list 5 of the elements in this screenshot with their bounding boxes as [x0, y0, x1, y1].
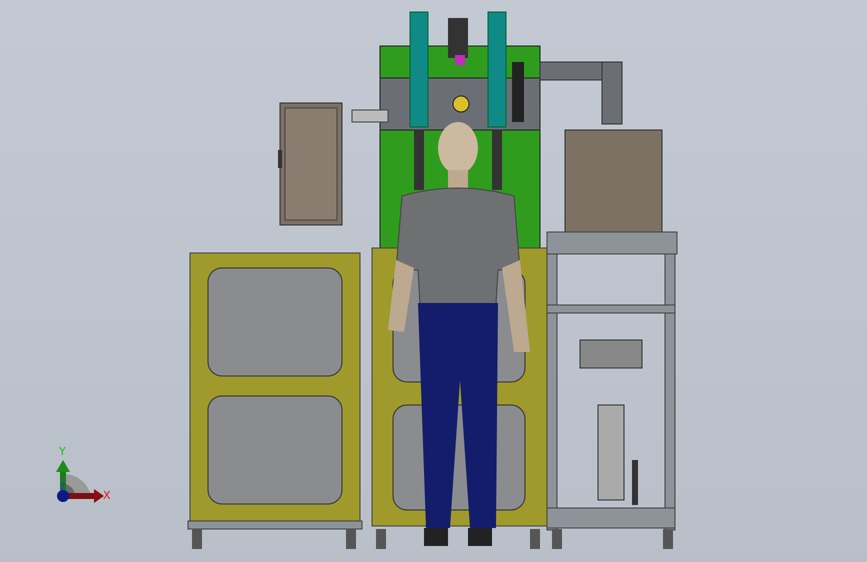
x-axis-label: X — [103, 489, 111, 502]
model-viewport[interactable]: Y Z X — [0, 0, 867, 562]
z-axis-label: Z — [60, 482, 66, 491]
axis-triad-drawing — [56, 460, 104, 503]
y-axis-label: Y — [59, 445, 66, 458]
